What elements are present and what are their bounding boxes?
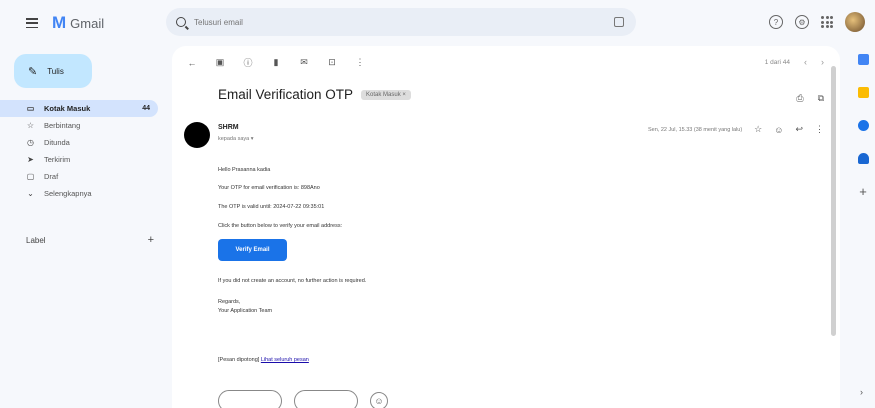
sidebar-item-label: Terkirim — [44, 155, 71, 164]
mark-unread-icon[interactable]: ✉ — [298, 57, 310, 68]
main-menu-icon[interactable] — [26, 18, 38, 28]
team-line: Your Application Team — [218, 308, 273, 314]
top-icons: ? ⚙ — [769, 12, 865, 32]
search-icon[interactable] — [176, 17, 186, 27]
label-chip[interactable]: Kotak Masuk × — [361, 89, 411, 100]
pencil-icon: ✎ — [28, 65, 38, 78]
more-options-icon[interactable]: ⋮ — [815, 124, 824, 135]
sidebar-item-more[interactable]: ⌄ Selengkapnya — [0, 185, 160, 202]
sidebar-item-label: Draf — [44, 172, 59, 181]
compose-label: Tulis — [47, 66, 64, 76]
sidebar-item-inbox[interactable]: ▭ Kotak Masuk 44 — [0, 100, 158, 117]
delete-icon[interactable]: ▮ — [270, 57, 282, 68]
apps-grid-icon[interactable] — [821, 16, 833, 28]
star-icon[interactable]: ☆ — [754, 124, 762, 135]
email-date: Sen, 22 Jul, 15.33 (38 menit yang lalu) — [648, 126, 743, 133]
archive-icon[interactable]: ▣ — [214, 57, 226, 68]
sidebar-item-label: Berbintang — [44, 121, 81, 130]
help-icon[interactable]: ? — [769, 15, 783, 29]
add-label-icon[interactable]: + — [148, 235, 154, 246]
reply-actions: ☺ — [218, 390, 388, 408]
greeting: Hello Prasanna kadia — [218, 167, 271, 173]
sender-avatar — [184, 122, 210, 148]
calendar-icon[interactable] — [857, 54, 869, 65]
sidebar-item-snoozed[interactable]: ◷ Ditunda — [0, 134, 160, 151]
sidebar-nav: ▭ Kotak Masuk 44 ☆ Berbintang ◷ Ditunda … — [0, 100, 160, 202]
message-meta: Sen, 22 Jul, 15.33 (38 menit yang lalu) … — [648, 124, 824, 135]
sidebar-item-drafts[interactable]: ▢ Draf — [0, 168, 160, 185]
search-bar[interactable] — [166, 8, 636, 36]
reply-button[interactable] — [218, 390, 282, 408]
valid-until-line: The OTP is valid until: 2024-07-22 09:35… — [218, 204, 325, 210]
account-avatar[interactable] — [845, 12, 865, 32]
inbox-count: 44 — [142, 105, 150, 112]
instruction-line: Click the button below to verify your em… — [218, 223, 343, 229]
search-options-icon[interactable] — [614, 17, 624, 27]
open-new-window-icon[interactable]: ⧉ — [818, 93, 824, 104]
keep-icon[interactable] — [857, 87, 869, 98]
move-to-icon[interactable]: ⊡ — [326, 57, 338, 68]
star-icon: ☆ — [26, 121, 35, 130]
chevron-left-icon[interactable]: ‹ — [804, 57, 807, 67]
gmail-m-icon: M — [52, 13, 67, 32]
top-bar: M Gmail ? ⚙ — [0, 0, 875, 46]
subject-actions: ⎙ ⧉ — [796, 93, 824, 104]
send-icon: ➤ — [27, 155, 34, 164]
inbox-icon: ▭ — [26, 104, 35, 113]
reply-icon[interactable]: ↩ — [795, 124, 803, 135]
sidebar-item-sent[interactable]: ➤ Terkirim — [0, 151, 160, 168]
email-view: ← ▣ ⓘ ▮ ✉ ⊡ ⋮ 1 dari 44 ‹ › Email Verifi… — [172, 46, 840, 408]
app-name: Gmail — [70, 15, 105, 31]
emoji-react-icon[interactable]: ☺ — [774, 125, 783, 135]
forward-button[interactable] — [294, 390, 358, 408]
verify-email-button[interactable]: Verify Email — [218, 239, 287, 261]
show-side-panel-icon[interactable]: › — [860, 387, 863, 397]
clock-icon: ◷ — [27, 138, 34, 147]
regards-line: Regards, — [218, 299, 241, 305]
contacts-icon[interactable] — [857, 153, 869, 164]
recipient-details[interactable]: kepada saya ▾ — [218, 136, 253, 142]
view-entire-message-link[interactable]: Lihat seluruh pesan — [261, 357, 309, 363]
sidebar-item-label: Selengkapnya — [44, 189, 92, 198]
email-subject: Email Verification OTP — [218, 87, 354, 102]
clipped-label: [Pesan dipotong] — [218, 357, 260, 363]
get-addons-icon[interactable]: + — [859, 185, 867, 198]
report-spam-icon[interactable]: ⓘ — [242, 56, 254, 69]
labels-heading: Label — [26, 236, 46, 245]
back-arrow-icon[interactable]: ← — [186, 58, 198, 68]
tasks-icon[interactable] — [857, 120, 869, 131]
sidebar-item-starred[interactable]: ☆ Berbintang — [0, 117, 160, 134]
subject-row: Email Verification OTP Kotak Masuk × — [218, 87, 411, 102]
print-icon[interactable]: ⎙ — [796, 93, 803, 104]
compose-button[interactable]: ✎ Tulis — [14, 54, 92, 88]
draft-icon: ▢ — [26, 172, 35, 181]
otp-line: Your OTP for email verification is: 898A… — [218, 185, 320, 191]
scrollbar[interactable] — [831, 66, 836, 336]
expand-icon: ⌄ — [27, 189, 34, 198]
ignore-line: If you did not create an account, no fur… — [218, 278, 367, 284]
sidebar-item-label: Ditunda — [44, 138, 70, 147]
sender-name[interactable]: SHRM — [218, 124, 239, 131]
settings-gear-icon[interactable]: ⚙ — [795, 15, 809, 29]
labels-section: Label + — [26, 235, 154, 246]
emoji-button[interactable]: ☺ — [370, 392, 388, 408]
pager-text: 1 dari 44 — [764, 58, 790, 66]
pager: 1 dari 44 ‹ › — [765, 57, 824, 67]
gmail-logo[interactable]: M Gmail — [52, 13, 105, 32]
clipped-footer: [Pesan dipotong] Lihat seluruh pesan — [218, 357, 309, 363]
email-toolbar: ← ▣ ⓘ ▮ ✉ ⊡ ⋮ — [186, 56, 366, 69]
more-options-icon[interactable]: ⋮ — [354, 57, 366, 68]
chevron-right-icon[interactable]: › — [821, 57, 824, 67]
search-input[interactable] — [194, 17, 574, 27]
sidebar-item-label: Kotak Masuk — [44, 104, 91, 113]
side-panel-rail: + — [853, 54, 873, 198]
